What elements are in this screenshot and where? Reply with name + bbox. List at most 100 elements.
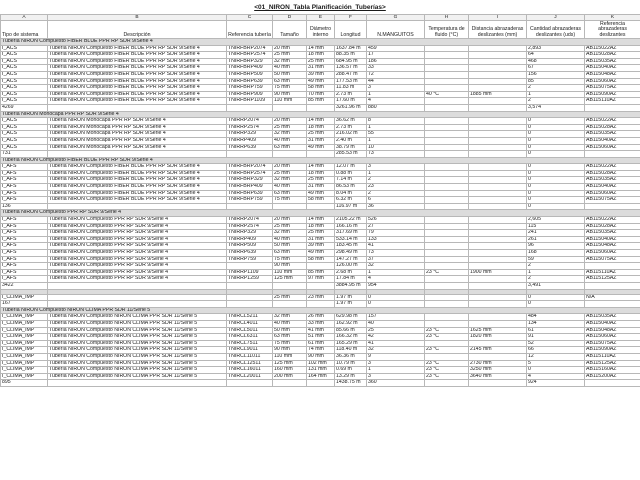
table-cell[interactable] bbox=[468, 300, 527, 308]
table-cell[interactable]: TNIRCL11011 bbox=[226, 352, 273, 361]
table-cell[interactable]: 0 bbox=[526, 169, 585, 178]
table-cell[interactable]: 31 mm bbox=[306, 183, 335, 191]
table-cell[interactable]: 8 bbox=[366, 117, 425, 125]
table-cell[interactable] bbox=[424, 169, 469, 178]
table-cell[interactable] bbox=[272, 379, 307, 387]
table-cell[interactable]: Tubería NIRON Compuesto NIRON CLIMA PPR … bbox=[47, 366, 227, 374]
table-row[interactable]: I_ACS Tubería NIRON Compuesto FIBER BLUE … bbox=[0, 97, 640, 105]
table-cell[interactable]: 2730 mm bbox=[468, 359, 527, 368]
table-row[interactable]: I_AFS Tubería NIRON Compuesto FIBER BLUE … bbox=[0, 183, 640, 191]
table-cell[interactable]: 126.00 m bbox=[334, 262, 367, 270]
table-cell[interactable]: 3250 mm bbox=[468, 366, 527, 374]
group-header-row[interactable]: Tubería NIRON Compuesto FIBER BLUE PPR R… bbox=[0, 38, 640, 46]
table-cell[interactable]: 49 mm bbox=[306, 143, 335, 152]
table-cell[interactable] bbox=[424, 275, 469, 283]
table-cell[interactable]: 25 mm bbox=[272, 123, 307, 132]
table-cell[interactable]: I_ACS bbox=[0, 44, 48, 53]
table-cell[interactable]: I_AFS bbox=[0, 222, 48, 231]
table-row[interactable]: I_AFS Tubería NIRON Compuesto PPR RP SDR … bbox=[0, 229, 640, 237]
table-cell[interactable]: I_AFS bbox=[0, 196, 48, 204]
table-cell[interactable]: 3 bbox=[366, 84, 425, 92]
table-cell[interactable]: 924 bbox=[526, 379, 585, 387]
table-cell[interactable] bbox=[468, 44, 527, 53]
table-cell[interactable]: 0 bbox=[526, 143, 585, 152]
table-cell[interactable]: TNIRFBRP2574 bbox=[226, 169, 273, 178]
table-row[interactable]: I_CLIMA_IMP Tubería NIRON Compuesto NIRON… bbox=[0, 359, 640, 368]
table-cell[interactable]: 12 bbox=[526, 352, 585, 361]
table-row[interactable]: I_AFS Tubería NIRON Compuesto FIBER BLUE … bbox=[0, 176, 640, 185]
table-cell[interactable]: 2.40 m bbox=[334, 136, 367, 145]
table-cell[interactable]: TNIRRP759 bbox=[226, 255, 273, 264]
table-cell[interactable] bbox=[468, 216, 527, 224]
table-cell[interactable] bbox=[424, 163, 469, 171]
table-row[interactable]: I_ACS Tubería NIRON Compuesto FIBER BLUE … bbox=[0, 84, 640, 92]
column-header[interactable]: Cantidad abrazaderas deslizantes (uds) bbox=[526, 20, 585, 39]
table-cell[interactable] bbox=[306, 262, 335, 270]
table-cell[interactable]: AB115075AZ bbox=[584, 255, 640, 264]
table-cell[interactable]: 261 bbox=[526, 235, 585, 244]
table-row[interactable]: I_AFS Tubería NIRON Compuesto PPR RP SDR … bbox=[0, 235, 640, 244]
table-cell[interactable]: 13.29 m bbox=[334, 372, 367, 381]
table-cell[interactable]: Tubería NIRON Compuesto FIBER BLUE PPR R… bbox=[47, 90, 227, 99]
table-cell[interactable] bbox=[468, 77, 527, 86]
group-header-cell[interactable]: Tubería NIRON Compuesto PPR RP SDR 9/Ser… bbox=[0, 209, 640, 218]
table-cell[interactable]: 25 mm bbox=[272, 51, 307, 59]
table-cell[interactable]: 183.45 m bbox=[334, 242, 367, 250]
table-cell[interactable]: TNIRCL6311 bbox=[226, 333, 273, 341]
table-cell[interactable]: AB115075AZ bbox=[584, 196, 640, 204]
table-cell[interactable]: 6.32 m bbox=[334, 196, 367, 204]
table-cell[interactable]: Tubería NIRON Compuesto NIRON CLIMA PPR … bbox=[47, 339, 227, 348]
table-cell[interactable]: 40 bbox=[366, 319, 425, 328]
table-cell[interactable]: TNIRRP329 bbox=[226, 130, 273, 138]
table-cell[interactable]: 157 bbox=[366, 313, 425, 321]
table-cell[interactable]: 58 mm bbox=[306, 196, 335, 204]
table-cell[interactable] bbox=[226, 379, 273, 387]
table-cell[interactable]: Tubería NIRON Compuesto PPR RP SDR 9/Ser… bbox=[47, 262, 227, 270]
column-header[interactable]: Tamaño bbox=[272, 20, 307, 39]
group-header-cell[interactable]: Tubería NIRON Compuesto FIBER BLUE PPR R… bbox=[0, 38, 640, 46]
table-cell[interactable]: 2.73 m bbox=[334, 123, 367, 132]
table-cell[interactable]: Tubería NIRON Compuesto FIBER BLUE PPR R… bbox=[47, 77, 227, 86]
table-cell[interactable]: 2 bbox=[366, 176, 425, 185]
table-cell[interactable] bbox=[424, 143, 469, 152]
table-cell[interactable] bbox=[584, 202, 640, 211]
table-cell[interactable]: Tubería NIRON Compuesto PPR RP SDR 9/Ser… bbox=[47, 235, 227, 244]
table-cell[interactable]: Tubería NIRON Monocapa PPR RP SDR 9/Seri… bbox=[47, 117, 227, 125]
table-cell[interactable]: 17.84 m bbox=[334, 275, 367, 283]
table-cell[interactable]: 90 mm bbox=[272, 90, 307, 99]
table-row[interactable]: I_CLIMA_IMP Tubería NIRON Compuesto NIRON… bbox=[0, 333, 640, 341]
table-cell[interactable]: 0 bbox=[526, 189, 585, 198]
table-cell[interactable]: 136 bbox=[0, 202, 48, 211]
table-cell[interactable] bbox=[468, 84, 527, 92]
table-cell[interactable] bbox=[424, 196, 469, 204]
table-cell[interactable] bbox=[424, 150, 469, 158]
table-cell[interactable]: AB115040AZ bbox=[584, 183, 640, 191]
table-cell[interactable] bbox=[468, 196, 527, 204]
table-cell[interactable]: 32 mm bbox=[272, 229, 307, 237]
table-row[interactable]: I_ACS Tubería NIRON Monocapa PPR RP SDR 9… bbox=[0, 136, 640, 145]
group-header-row[interactable]: Tubería NIRON Monocapa PPR RP SDR 9/Seri… bbox=[0, 110, 640, 119]
table-cell[interactable] bbox=[468, 275, 527, 283]
table-row[interactable]: I_CLIMA_IMP Tubería NIRON Compuesto NIRON… bbox=[0, 352, 640, 361]
table-cell[interactable]: 90 mm bbox=[306, 352, 335, 361]
table-cell[interactable] bbox=[424, 103, 469, 112]
table-cell[interactable] bbox=[468, 136, 527, 145]
group-total-row[interactable]: 4269 3261.96 m 880 3,574 bbox=[0, 103, 640, 112]
table-cell[interactable]: 165.29 m bbox=[334, 339, 367, 348]
table-cell[interactable]: I_ACS bbox=[0, 123, 48, 132]
table-cell[interactable]: 0 bbox=[526, 136, 585, 145]
table-cell[interactable] bbox=[468, 169, 527, 178]
table-cell[interactable]: 317.69 m bbox=[334, 229, 367, 237]
table-cell[interactable]: 31 mm bbox=[306, 64, 335, 72]
table-cell[interactable]: Tubería NIRON Compuesto FIBER BLUE PPR R… bbox=[47, 183, 227, 191]
table-cell[interactable]: 75 mm bbox=[272, 255, 307, 264]
group-header-row[interactable]: Tubería NIRON Compuesto FIBER BLUE PPR R… bbox=[0, 156, 640, 165]
table-cell[interactable]: AB115040AZ bbox=[584, 64, 640, 72]
table-cell[interactable]: AB115022AZ bbox=[584, 44, 640, 53]
table-cell[interactable]: 23 °C bbox=[424, 372, 469, 381]
table-cell[interactable]: 12.07 m bbox=[334, 163, 367, 171]
table-cell[interactable]: 75 mm bbox=[272, 196, 307, 204]
table-cell[interactable]: 85 bbox=[526, 77, 585, 86]
table-cell[interactable]: Tubería NIRON Compuesto FIBER BLUE PPR R… bbox=[47, 196, 227, 204]
table-cell[interactable]: 14 mm bbox=[306, 216, 335, 224]
